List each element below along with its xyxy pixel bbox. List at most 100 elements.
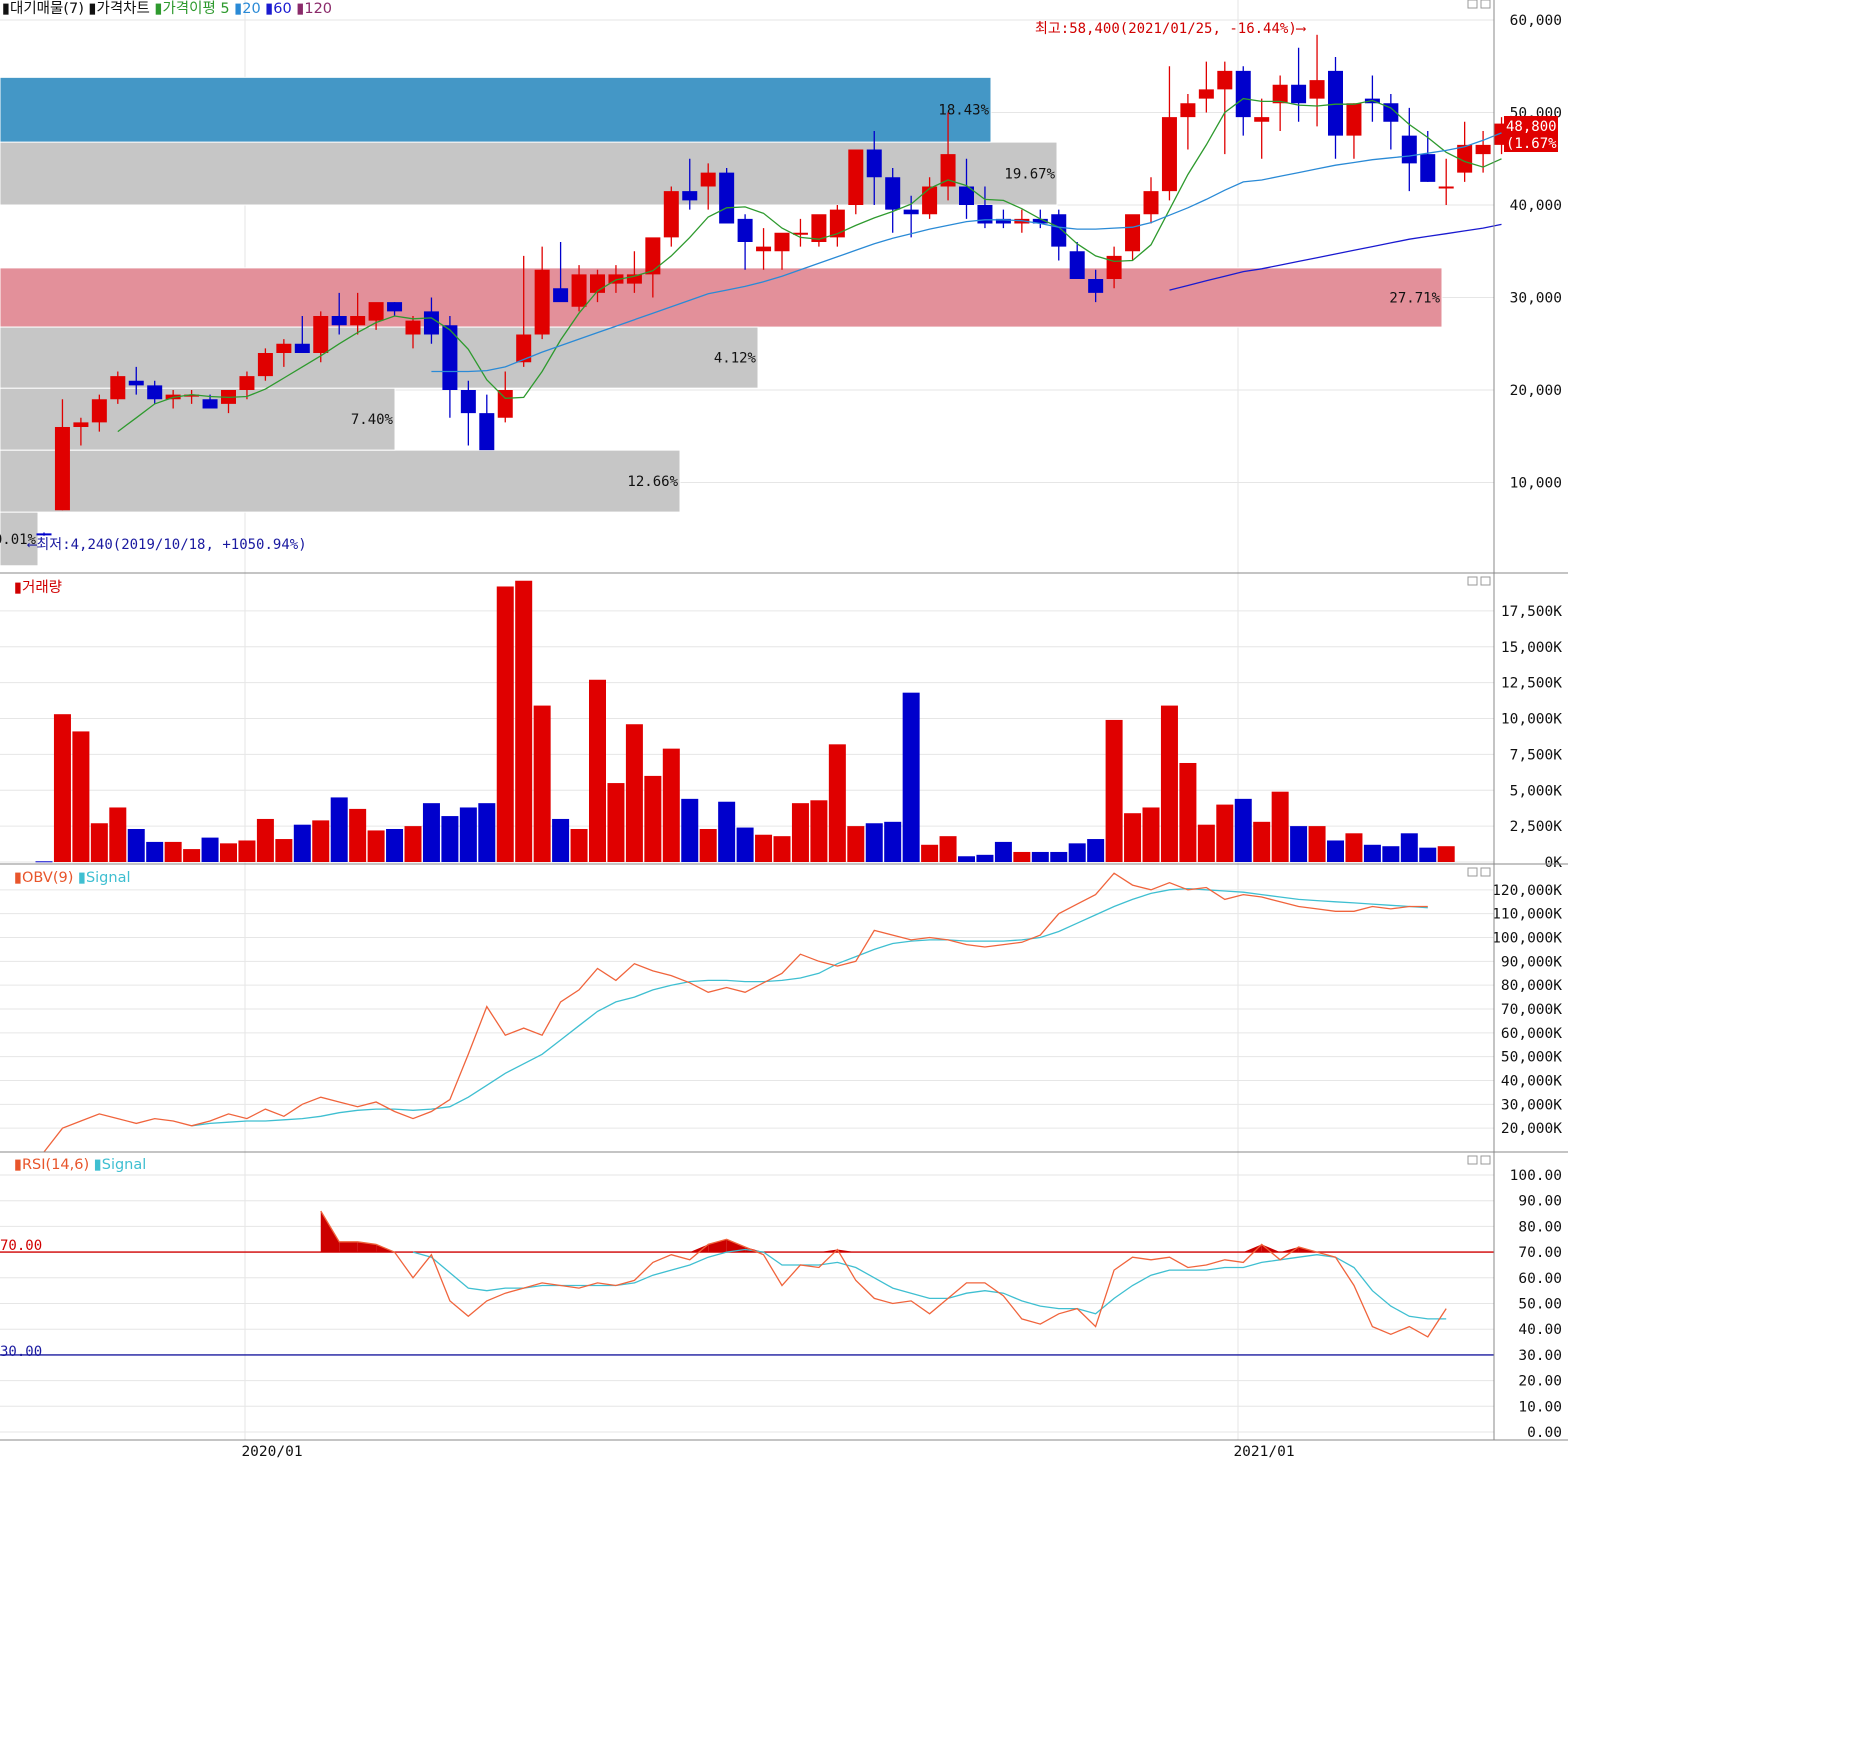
volume-bar[interactable] xyxy=(293,824,311,862)
volume-bar[interactable] xyxy=(478,803,496,862)
volume-bar[interactable] xyxy=(1271,791,1289,862)
candle-body[interactable] xyxy=(91,399,107,423)
volume-bar[interactable] xyxy=(201,837,219,862)
close-icon[interactable] xyxy=(1480,1155,1491,1165)
candle-body[interactable] xyxy=(756,246,772,252)
candle-body[interactable] xyxy=(479,413,495,451)
legend-entry[interactable]: 20 xyxy=(242,1,260,17)
volume-bar[interactable] xyxy=(183,849,201,862)
close-icon[interactable] xyxy=(1480,576,1491,586)
candle-body[interactable] xyxy=(1180,103,1196,118)
stock-chart[interactable]: 0.01%12.66%7.40%27.71%4.12%19.67%18.43% … xyxy=(0,0,1568,1460)
volume-bar[interactable] xyxy=(1327,840,1344,862)
candle-body[interactable] xyxy=(848,149,864,206)
legend-entry[interactable]: RSI(14,6) xyxy=(22,1157,89,1173)
candle-body[interactable] xyxy=(1125,214,1141,252)
candle-body[interactable] xyxy=(1198,89,1214,99)
candle-body[interactable] xyxy=(294,343,310,353)
candle-body[interactable] xyxy=(1217,70,1233,90)
candle-body[interactable] xyxy=(405,320,421,335)
candle-body[interactable] xyxy=(737,218,753,242)
close-icon[interactable] xyxy=(1480,0,1491,9)
volume-bar[interactable] xyxy=(35,861,53,863)
volume-bar[interactable] xyxy=(644,775,662,862)
volume-bar[interactable] xyxy=(755,834,773,862)
volume-bar[interactable] xyxy=(958,856,975,862)
volume-bar[interactable] xyxy=(1345,833,1363,862)
volume-bar[interactable] xyxy=(1234,798,1252,862)
candle-body[interactable] xyxy=(276,343,292,353)
volume-bar[interactable] xyxy=(681,798,699,862)
candle-body[interactable] xyxy=(497,390,513,418)
candle-body[interactable] xyxy=(202,399,218,409)
volume-bar[interactable] xyxy=(828,744,846,862)
volume-bar[interactable] xyxy=(1419,847,1437,862)
volume-bar[interactable] xyxy=(1068,843,1086,862)
volume-bar[interactable] xyxy=(127,828,145,862)
volume-bar[interactable] xyxy=(1160,705,1178,862)
volume-bar[interactable] xyxy=(976,854,994,862)
volume-bar[interactable] xyxy=(386,828,404,862)
candle-body[interactable] xyxy=(1143,191,1159,215)
candle-body[interactable] xyxy=(1254,117,1270,122)
volume-bar[interactable] xyxy=(146,841,164,862)
candle-body[interactable] xyxy=(1475,144,1491,155)
volume-bar[interactable] xyxy=(220,843,237,862)
volume-bar[interactable] xyxy=(164,841,182,862)
volume-bar[interactable] xyxy=(625,724,643,862)
volume-bar[interactable] xyxy=(552,818,570,862)
volume-bar[interactable] xyxy=(441,816,459,862)
volume-bar[interactable] xyxy=(921,844,939,862)
volume-bar[interactable] xyxy=(72,731,90,862)
volume-bar[interactable] xyxy=(589,679,606,862)
legend-entry[interactable]: Signal xyxy=(86,870,131,886)
volume-bar[interactable] xyxy=(109,807,127,862)
candle-body[interactable] xyxy=(331,316,347,326)
candle-body[interactable] xyxy=(1401,135,1417,164)
volume-bar[interactable] xyxy=(330,797,348,862)
volume-bar[interactable] xyxy=(90,823,108,862)
candle-body[interactable] xyxy=(1272,84,1288,104)
volume-bar[interactable] xyxy=(1437,846,1455,862)
volume-bar[interactable] xyxy=(515,580,533,862)
volume-bar[interactable] xyxy=(53,714,71,862)
candle-body[interactable] xyxy=(460,390,476,414)
minimize-icon[interactable] xyxy=(1467,1155,1478,1165)
candle-body[interactable] xyxy=(239,376,255,390)
legend-entry[interactable]: 대기매물(7) xyxy=(10,0,84,17)
volume-bar[interactable] xyxy=(791,803,809,862)
volume-bar[interactable] xyxy=(1050,851,1068,862)
candle-body[interactable] xyxy=(1161,117,1177,192)
volume-bar[interactable] xyxy=(496,586,514,862)
candle-body[interactable] xyxy=(719,172,735,224)
candle-body[interactable] xyxy=(128,380,144,386)
candle-body[interactable] xyxy=(1235,70,1251,118)
volume-bar[interactable] xyxy=(1290,826,1308,862)
volume-bar[interactable] xyxy=(718,801,736,862)
candle-body[interactable] xyxy=(36,533,52,536)
candle-body[interactable] xyxy=(663,191,679,238)
volume-bar[interactable] xyxy=(1087,839,1105,862)
volume-bar[interactable] xyxy=(1400,833,1418,862)
candle-body[interactable] xyxy=(1328,70,1343,136)
volume-bar[interactable] xyxy=(1216,804,1234,862)
volume-bar[interactable] xyxy=(662,748,680,862)
volume-bar[interactable] xyxy=(1031,851,1049,862)
candle-body[interactable] xyxy=(534,269,550,335)
candle-body[interactable] xyxy=(1291,84,1307,104)
minimize-icon[interactable] xyxy=(1467,0,1478,9)
candle-body[interactable] xyxy=(774,232,790,252)
candle-body[interactable] xyxy=(350,316,366,326)
volume-bar[interactable] xyxy=(1013,851,1031,862)
volume-bar[interactable] xyxy=(256,818,274,862)
candle-body[interactable] xyxy=(1420,154,1436,182)
volume-bar[interactable] xyxy=(238,840,256,862)
candle-body[interactable] xyxy=(368,302,384,321)
close-icon[interactable] xyxy=(1480,867,1491,877)
candle-body[interactable] xyxy=(110,376,126,400)
volume-bar[interactable] xyxy=(570,828,588,862)
candle-body[interactable] xyxy=(571,274,587,307)
candle-body[interactable] xyxy=(866,149,882,178)
legend-entry[interactable]: 120 xyxy=(304,1,332,17)
candle-body[interactable] xyxy=(903,209,919,215)
